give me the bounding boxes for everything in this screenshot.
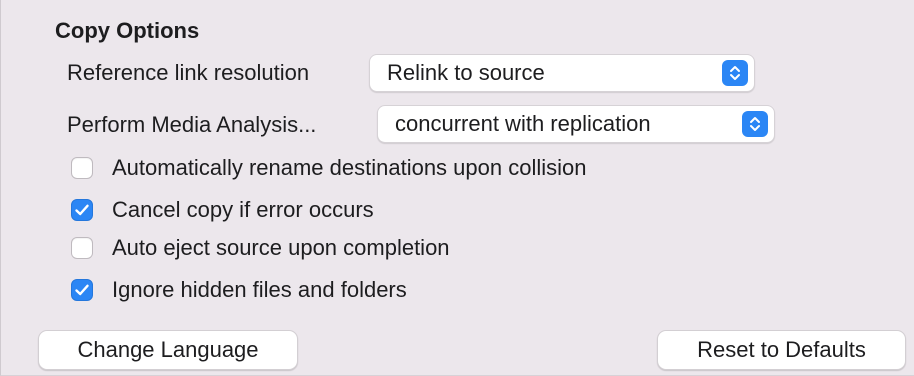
cancel-on-error-checkbox[interactable] <box>71 199 93 221</box>
reference-link-value: Relink to source <box>387 60 545 85</box>
change-language-button[interactable]: Change Language <box>38 330 298 370</box>
up-down-chevron-icon <box>722 60 748 86</box>
reset-to-defaults-button[interactable]: Reset to Defaults <box>657 330 906 370</box>
reference-link-popup[interactable]: Relink to source <box>369 54 755 92</box>
reference-link-label: Reference link resolution <box>67 60 310 85</box>
auto-rename-checkbox[interactable] <box>71 157 93 179</box>
copy-options-panel: Copy Options Reference link resolution R… <box>0 0 914 376</box>
auto-eject-checkbox[interactable] <box>71 237 93 259</box>
checkbox-row-auto-eject[interactable]: Auto eject source upon completion <box>71 233 450 263</box>
up-down-chevron-icon <box>742 111 768 137</box>
checkmark-icon <box>75 204 89 216</box>
media-analysis-value: concurrent with replication <box>395 111 651 136</box>
cancel-on-error-label: Cancel copy if error occurs <box>112 197 374 222</box>
media-analysis-popup[interactable]: concurrent with replication <box>377 105 775 143</box>
checkbox-row-auto-rename[interactable]: Automatically rename destinations upon c… <box>71 153 586 183</box>
auto-rename-label: Automatically rename destinations upon c… <box>112 155 587 180</box>
section-title: Copy Options <box>55 18 200 43</box>
ignore-hidden-label: Ignore hidden files and folders <box>112 277 407 302</box>
auto-eject-label: Auto eject source upon completion <box>112 235 450 260</box>
checkbox-row-ignore-hidden[interactable]: Ignore hidden files and folders <box>71 275 407 305</box>
checkbox-row-cancel-on-error[interactable]: Cancel copy if error occurs <box>71 195 374 225</box>
media-analysis-label: Perform Media Analysis... <box>67 112 317 137</box>
checkmark-icon <box>75 284 89 296</box>
ignore-hidden-checkbox[interactable] <box>71 279 93 301</box>
